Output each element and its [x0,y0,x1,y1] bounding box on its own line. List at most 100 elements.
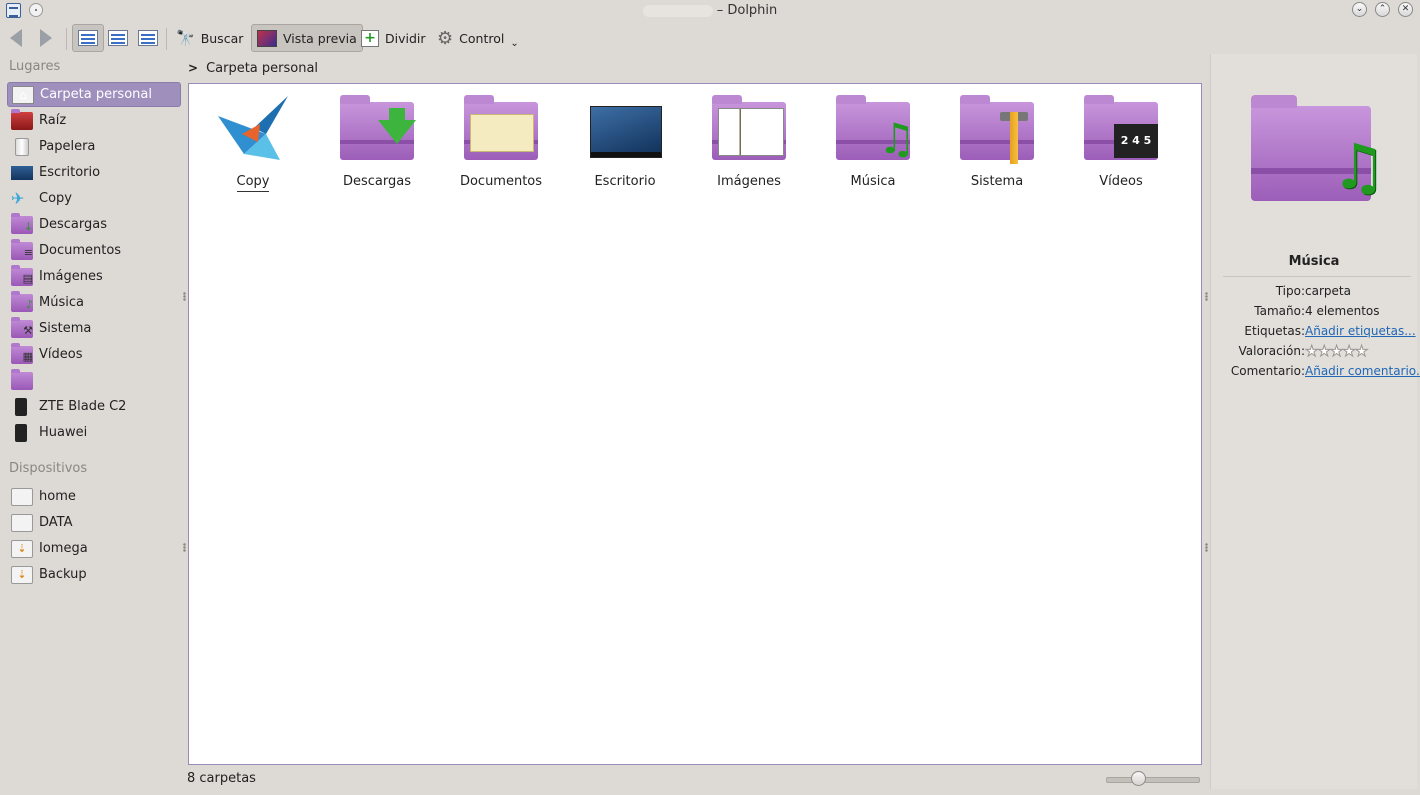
device-item-backup[interactable]: ⇣ Backup [7,562,181,587]
devices-heading: Dispositivos [9,461,88,476]
chevron-down-icon: ⌄ [510,37,519,49]
zoom-slider[interactable] [1106,777,1200,783]
zoom-slider-handle[interactable] [1131,771,1147,786]
add-tags-link[interactable]: Añadir etiquetas... [1305,324,1416,338]
file-name: Descargas [342,174,411,189]
info-row-comment: Comentario: Añadir comentario... [1211,364,1420,384]
device-item-label: home [39,489,76,504]
add-comment-link[interactable]: Añadir comentario... [1305,364,1420,378]
rating-stars[interactable]: ★★★★★ [1304,343,1368,359]
usb-drive-icon: ⇣ [11,539,33,558]
downloads-folder-icon [338,94,416,164]
gear-icon: ⚙ [437,27,454,49]
file-item-imágenes[interactable]: Imágenes [694,94,804,189]
sidebar-item-escritorio[interactable]: Escritorio [7,160,181,185]
pictures-folder-icon: ▤ [11,264,33,286]
file-item-descargas[interactable]: Descargas [322,94,432,189]
sidebar-item-label: Vídeos [39,347,83,362]
file-view[interactable]: Copy Descargas Documentos Escritorio Imágene… [188,83,1202,765]
sidebar-item-label: Música [39,295,84,310]
details-view-icon [108,30,128,46]
sidebar-item-label: Descargas [39,217,108,232]
compact-view-button[interactable] [132,24,164,52]
close-button[interactable]: ✕ [1398,2,1413,17]
split-icon: + [361,29,379,47]
breadcrumb-chevron-icon[interactable]: > [188,61,198,75]
sidebar-item-carpeta-personal[interactable]: ⌂ Carpeta personal [7,82,181,107]
videos-folder-icon: ▦ [11,342,33,364]
preview-button[interactable]: Vista previa [251,24,363,52]
folder-icon [11,368,33,390]
compact-view-icon [138,30,158,46]
sidebar-item-vídeos[interactable]: ▦ Vídeos [7,342,181,367]
places-heading: Lugares [9,59,61,74]
sidebar-item-label: Carpeta personal [40,87,152,102]
file-item-música[interactable]: ♫ Música [818,94,928,189]
star-icon[interactable]: ★ [1354,343,1368,359]
sidebar-item-descargas[interactable]: ↓ Descargas [7,212,181,237]
control-button[interactable]: ⚙ Control ⌄ [431,24,525,52]
sidebar-item-label: Papelera [39,139,96,154]
back-button[interactable] [4,24,28,52]
sidebar-item-documentos[interactable]: ≡ Documentos [7,238,181,263]
file-item-documentos[interactable]: Documentos [446,94,556,189]
device-item-iomega[interactable]: ⇣ Iomega [7,536,181,561]
icons-view-icon [78,30,98,46]
breadcrumb-current[interactable]: Carpeta personal [206,61,318,76]
file-name: Escritorio [594,174,656,189]
right-splitter[interactable] [1205,292,1208,301]
sidebar-item-música[interactable]: ♪ Música [7,290,181,315]
documents-folder-icon: ≡ [11,238,33,260]
file-name: Copy [236,174,270,192]
minimize-button[interactable]: ⌄ [1352,2,1367,17]
device-item-home[interactable]: home [7,484,181,509]
sidebar-item-label: Raíz [39,113,67,128]
sidebar-item-huawei[interactable]: Huawei [7,420,181,445]
star-icon[interactable]: ★ [1342,343,1356,359]
file-name: Vídeos [1099,174,1143,189]
file-item-sistema[interactable]: Sistema [942,94,1052,189]
videos-folder-icon: 2 4 5 [1082,94,1160,164]
sidebar-item-sistema[interactable]: ⚒ Sistema [7,316,181,341]
sidebar-item-unnamed[interactable] [7,368,181,393]
device-item-data[interactable]: DATA [7,510,181,535]
downloads-folder-icon: ↓ [11,212,33,234]
sidebar-item-label: Copy [39,191,72,206]
sidebar-item-zte-blade-c2[interactable]: ZTE Blade C2 [7,394,181,419]
toolbar: 🔭 Buscar Vista previa + Dividir ⚙ Contro… [0,22,1420,54]
sidebar-item-label: Sistema [39,321,92,336]
phone-icon [15,397,27,416]
details-view-button[interactable] [102,24,134,52]
breadcrumb[interactable]: > Carpeta personal [188,58,318,78]
sidebar-item-label: Documentos [39,243,122,258]
binoculars-icon: 🔭 [176,29,195,47]
icons-view-button[interactable] [72,24,104,52]
sidebar-item-imágenes[interactable]: ▤ Imágenes [7,264,181,289]
maximize-button[interactable]: ⌃ [1375,2,1390,17]
forward-button[interactable] [34,24,58,52]
music-folder-icon: ♪ [11,290,33,312]
info-row-size: Tamaño: 4 elementos [1254,304,1380,318]
sidebar-item-label: Huawei [39,425,88,440]
star-icon[interactable]: ★ [1317,343,1331,359]
back-arrow-icon [10,29,22,47]
split-button[interactable]: + Dividir [355,24,432,52]
sidebar-item-label: ZTE Blade C2 [39,399,127,414]
information-panel: ♫ Música Tipo: carpeta Tamaño: 4 element… [1210,54,1420,789]
device-item-label: Iomega [39,541,88,556]
left-splitter[interactable] [183,292,186,301]
left-splitter-grip[interactable] [183,543,186,552]
copy-bird-icon [214,94,292,164]
file-item-vídeos[interactable]: 2 4 5 Vídeos [1066,94,1176,189]
sidebar-item-label: Escritorio [39,165,101,180]
sidebar-item-raíz[interactable]: Raíz [7,108,181,133]
status-text: 8 carpetas [187,771,256,786]
file-item-copy[interactable]: Copy [198,94,308,192]
preview-icon [257,29,277,47]
sidebar-item-papelera[interactable]: Papelera [7,134,181,159]
info-row-tags: Etiquetas: Añadir etiquetas... [1244,324,1416,338]
sidebar-item-copy[interactable]: ✈ Copy [7,186,181,211]
search-button[interactable]: 🔭 Buscar [170,24,249,52]
file-item-escritorio[interactable]: Escritorio [570,94,680,189]
right-splitter-grip[interactable] [1205,543,1208,552]
